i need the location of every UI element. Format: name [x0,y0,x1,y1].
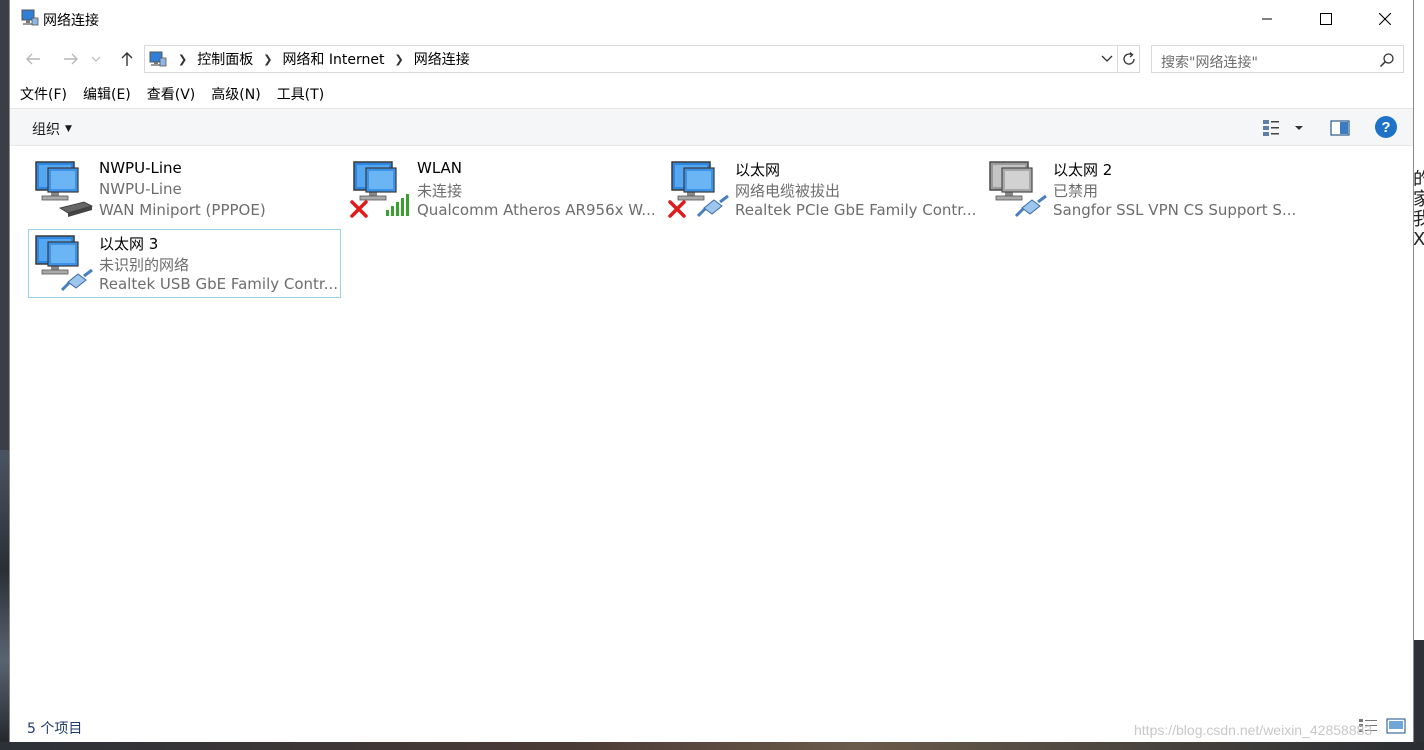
up-arrow-icon [121,52,133,66]
breadcrumb-separator[interactable]: ❯ [263,53,272,66]
connection-name: NWPU-Line [99,159,182,177]
address-history-button[interactable] [1097,46,1117,72]
minimize-icon [1262,18,1272,20]
maximize-icon [1320,13,1332,25]
wifi-network-icon [350,161,409,218]
view-options-icon [1263,120,1279,136]
close-icon [1379,13,1391,25]
preview-pane-icon [1330,120,1350,136]
search-icon[interactable] [1379,52,1395,68]
menu-advanced[interactable]: 高级(N) [203,84,268,106]
connection-name: 以太网 3 [99,235,159,253]
menu-bar: 文件(F) 编辑(E) 查看(V) 高级(N) 工具(T) [10,84,332,106]
network-connections-icon [21,9,39,26]
help-button[interactable]: ? [1374,116,1398,138]
organize-button[interactable]: 组织 ▼ [32,119,72,139]
close-button[interactable] [1356,0,1414,38]
connection-item-ethernet[interactable]: 以太网 网络电缆被拔出 Realtek PCIe GbE Family Cont… [664,155,977,224]
window-title: 网络连接 [43,13,99,29]
desktop-background-bottom [0,742,1424,750]
command-bar: 组织 ▼ ? [10,108,1413,146]
item-count: 5 个项目 [27,721,83,737]
caret-down-icon: ▼ [65,124,72,134]
connections-view: NWPU-Line NWPU-Line WAN Miniport (PPPOE)… [10,147,1413,707]
connection-item-ethernet-3[interactable]: 以太网 3 未识别的网络 Realtek USB GbE Family Cont… [28,229,341,298]
navigation-row: ❯ 控制面板 ❯ 网络和 Internet ❯ 网络连接 搜索"网络连接" [10,43,1413,75]
breadcrumb-separator[interactable]: ❯ [394,53,403,66]
menu-view[interactable]: 查看(V) [139,84,204,106]
change-view-button[interactable] [1262,117,1282,139]
up-button[interactable] [114,43,140,75]
watermark-text: https://blog.csdn.net/weixin_42858883 [1134,722,1373,738]
breadcrumb-network-connections[interactable]: 网络连接 [414,49,470,69]
connection-name: WLAN [417,159,463,177]
chevron-down-icon [91,56,101,62]
connection-status: 未连接 [417,182,463,200]
connection-device: WAN Miniport (PPPOE) [99,201,266,219]
back-button[interactable] [20,43,46,75]
breadcrumb-network-internet[interactable]: 网络和 Internet [282,49,384,69]
network-connections-window: 网络连接 ❯ 控制面板 ❯ 网络和 Internet ❯ 网络连接 搜索"网络连… [9,0,1414,742]
menu-edit[interactable]: 编辑(E) [75,84,139,106]
connection-item-ethernet-2[interactable]: 以太网 2 已禁用 Sangfor SSL VPN CS Support S..… [982,155,1297,224]
background-window-edge [1414,0,1424,750]
connection-device: Sangfor SSL VPN CS Support S... [1053,201,1297,219]
connection-status: 网络电缆被拔出 [735,182,841,200]
connection-status: NWPU-Line [99,180,182,198]
connection-item-wlan[interactable]: WLAN 未连接 Qualcomm Atheros AR956x W... [346,155,659,224]
connection-status: 未识别的网络 [99,256,190,274]
help-icon: ? [1375,116,1397,138]
search-input[interactable]: 搜索"网络连接" [1151,45,1404,73]
ethernet-network-icon [668,161,729,218]
back-arrow-icon [26,53,40,65]
forward-button[interactable] [58,43,84,75]
connection-status: 已禁用 [1053,182,1099,200]
menu-tools[interactable]: 工具(T) [269,84,332,106]
organize-label: 组织 [32,122,60,138]
wan-miniport-icon [35,161,94,217]
connection-name: 以太网 2 [1053,161,1113,179]
address-bar[interactable]: ❯ 控制面板 ❯ 网络和 Internet ❯ 网络连接 [144,45,1140,73]
caret-down-icon [1295,126,1303,130]
background-window-text: 的家我X [1413,170,1424,250]
search-placeholder: 搜索"网络连接" [1161,55,1258,71]
refresh-icon [1122,52,1135,65]
svg-text:?: ? [1381,119,1390,136]
title-bar: 网络连接 [10,0,1413,38]
connection-device: Qualcomm Atheros AR956x W... [417,201,656,219]
refresh-button[interactable] [1117,46,1139,72]
ethernet-disabled-icon [989,161,1047,218]
chevron-down-icon [1101,55,1113,62]
connection-device: Realtek PCIe GbE Family Contr... [735,201,977,219]
minimize-button[interactable] [1238,0,1296,38]
view-dropdown-button[interactable] [1294,117,1304,139]
ethernet-network-icon [35,235,93,292]
recent-locations-button[interactable] [88,43,104,75]
connection-device: Realtek USB GbE Family Contr... [99,275,339,293]
desktop-background-right [1414,640,1424,750]
maximize-button[interactable] [1297,0,1355,38]
large-icons-view-icon[interactable] [1386,718,1406,734]
breadcrumb-separator[interactable]: ❯ [178,53,187,66]
connection-item-nwpu-line[interactable]: NWPU-Line NWPU-Line WAN Miniport (PPPOE) [28,155,341,224]
menu-file[interactable]: 文件(F) [10,84,75,106]
control-panel-icon [149,51,167,67]
connection-name: 以太网 [735,161,781,179]
preview-pane-button[interactable] [1330,117,1350,139]
forward-arrow-icon [64,53,78,65]
breadcrumb-control-panel[interactable]: 控制面板 [197,49,253,69]
